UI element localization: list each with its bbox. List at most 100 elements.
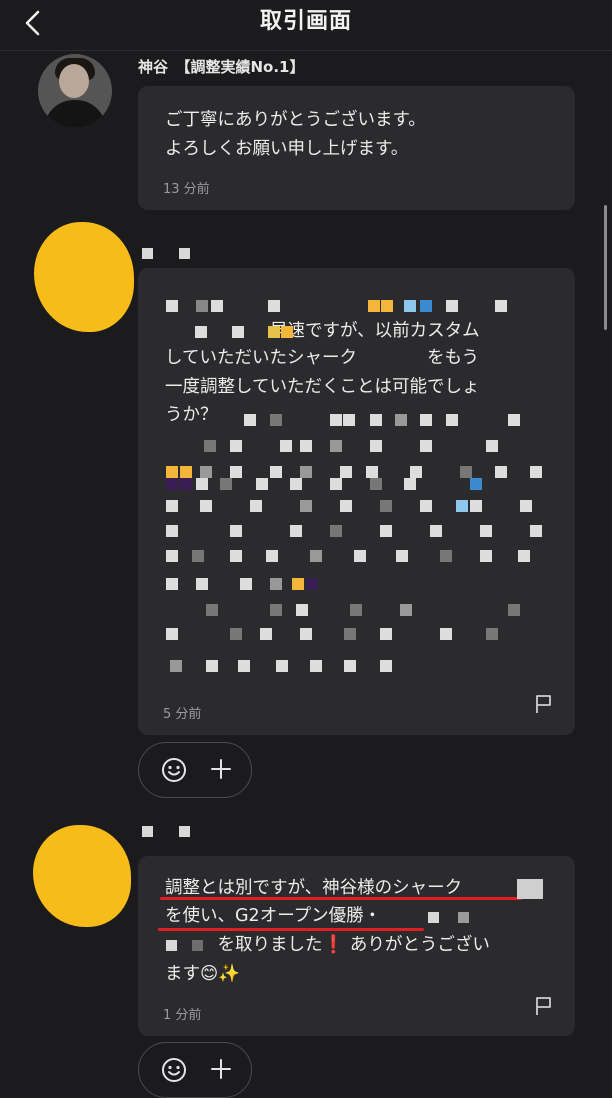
pixel-mosaic-cell: [196, 578, 208, 590]
pixel-mosaic-cell: [344, 628, 356, 640]
pixel-mosaic-cell: [420, 414, 432, 426]
pixel-mosaic-cell: [508, 414, 520, 426]
pixel-mosaic-cell: [276, 660, 288, 672]
pixel-mosaic-cell: [340, 500, 352, 512]
pixel-mosaic-cell: [404, 300, 416, 312]
pixel-mosaic-cell: [300, 500, 312, 512]
pixel-mosaic-cell: [238, 660, 250, 672]
pixel-mosaic-cell: [281, 326, 293, 338]
pixel-mosaic-cell: [280, 440, 292, 452]
pixel-mosaic-cell: [470, 500, 482, 512]
pixel-mosaic-cell: [354, 550, 366, 562]
emoji-icon[interactable]: [161, 757, 187, 783]
pixel-mosaic-cell: [350, 604, 362, 616]
pixel-mosaic-cell: [508, 604, 520, 616]
pixel-mosaic-cell: [520, 500, 532, 512]
scrollbar[interactable]: [604, 205, 607, 330]
message-line: ご丁寧にありがとうございます。: [165, 110, 426, 130]
pixel-mosaic-cell: [530, 466, 542, 478]
pixel-mosaic-cell: [306, 578, 318, 590]
pixel-mosaic-cell: [480, 525, 492, 537]
redaction-blob: [33, 825, 131, 927]
pixel-mosaic-cell: [300, 440, 312, 452]
pixel-mosaic-cell: [266, 550, 278, 562]
pixel-mosaic-cell: [244, 414, 256, 426]
pixel-mosaic-cell: [206, 660, 218, 672]
avatar[interactable]: [38, 54, 112, 128]
message-line: よろしくお願い申し上げます。: [165, 139, 409, 159]
flag-icon[interactable]: [535, 694, 553, 714]
pixel-mosaic-cell: [530, 525, 542, 537]
flag-icon[interactable]: [535, 996, 553, 1016]
pixel-mosaic-cell: [370, 440, 382, 452]
pixel-mosaic-cell: [380, 500, 392, 512]
pixel-mosaic-cell: [211, 300, 223, 312]
pixel-mosaic: [179, 826, 190, 837]
pixel-mosaic-cell: [292, 578, 304, 590]
pixel-mosaic-cell: [192, 550, 204, 562]
pixel-mosaic-cell: [270, 604, 282, 616]
pixel-mosaic-cell: [230, 525, 242, 537]
pixel-mosaic: [458, 912, 469, 923]
pixel-mosaic-cell: [166, 525, 178, 537]
pixel-mosaic-cell: [310, 660, 322, 672]
pixel-mosaic-cell: [430, 525, 442, 537]
pixel-mosaic-cell: [270, 578, 282, 590]
pixel-mosaic-cell: [230, 550, 242, 562]
message-bubble: 調整とは別ですが、神谷様のシャーク を使い、G2オープン優勝・ を取りました❗ …: [138, 856, 575, 1036]
message-line: していただいたシャーク をもう: [165, 348, 479, 368]
message-time: 13 分前: [163, 182, 210, 197]
pixel-mosaic-cell: [166, 478, 178, 490]
pixel-mosaic: [166, 940, 177, 951]
red-underline: [160, 897, 522, 900]
pixel-mosaic-cell: [166, 300, 178, 312]
message-line: うか？: [165, 405, 218, 425]
message-line: を取りました❗ ありがとうござい: [165, 935, 490, 955]
pixel-mosaic-cell: [344, 660, 356, 672]
pixel-mosaic-cell: [340, 466, 352, 478]
pixel-mosaic-cell: [270, 414, 282, 426]
pixel-mosaic-cell: [380, 660, 392, 672]
emoji-icon[interactable]: [161, 1057, 187, 1083]
pixel-mosaic-cell: [330, 525, 342, 537]
pixel-mosaic-cell: [200, 466, 212, 478]
pixel-mosaic-cell: [300, 466, 312, 478]
pixel-mosaic: [142, 826, 153, 837]
redaction-blob: [34, 222, 134, 332]
pixel-mosaic-cell: [495, 300, 507, 312]
pixel-mosaic-cell: [230, 466, 242, 478]
plus-icon[interactable]: [209, 757, 233, 781]
pixel-mosaic: [428, 912, 439, 923]
pixel-mosaic-cell: [290, 525, 302, 537]
pixel-mosaic-cell: [495, 466, 507, 478]
pixel-mosaic-cell: [204, 440, 216, 452]
pixel-mosaic-cell: [420, 500, 432, 512]
pixel-mosaic-cell: [196, 300, 208, 312]
pixel-mosaic-cell: [400, 604, 412, 616]
pixel-mosaic-cell: [206, 604, 218, 616]
pixel-mosaic-cell: [330, 440, 342, 452]
pixel-mosaic-cell: [410, 466, 422, 478]
pixel-mosaic-cell: [290, 478, 302, 490]
pixel-mosaic-cell: [300, 628, 312, 640]
pixel-mosaic-cell: [166, 578, 178, 590]
pixel-mosaic-cell: [470, 478, 482, 490]
pixel-mosaic-cell: [480, 550, 492, 562]
pixel-mosaic-cell: [420, 300, 432, 312]
pixel-mosaic-cell: [196, 478, 208, 490]
pixel-mosaic-cell: [370, 478, 382, 490]
pixel-mosaic-cell: [180, 466, 192, 478]
sender-name: 神谷 【調整実績No.1】: [138, 58, 305, 76]
plus-icon[interactable]: [209, 1057, 233, 1081]
pixel-mosaic-cell: [180, 478, 192, 490]
pixel-mosaic-cell: [268, 300, 280, 312]
pixel-mosaic-cell: [166, 628, 178, 640]
message-line: 一度調整していただくことは可能でしょ: [165, 377, 480, 397]
pixel-mosaic-cell: [446, 300, 458, 312]
pixel-mosaic-cell: [396, 550, 408, 562]
pixel-mosaic-cell: [330, 478, 342, 490]
pixel-mosaic-cell: [195, 326, 207, 338]
pixel-mosaic-cell: [240, 578, 252, 590]
message-line: 早速ですが、以前カスタム: [165, 321, 480, 341]
pixel-mosaic-cell: [343, 414, 355, 426]
